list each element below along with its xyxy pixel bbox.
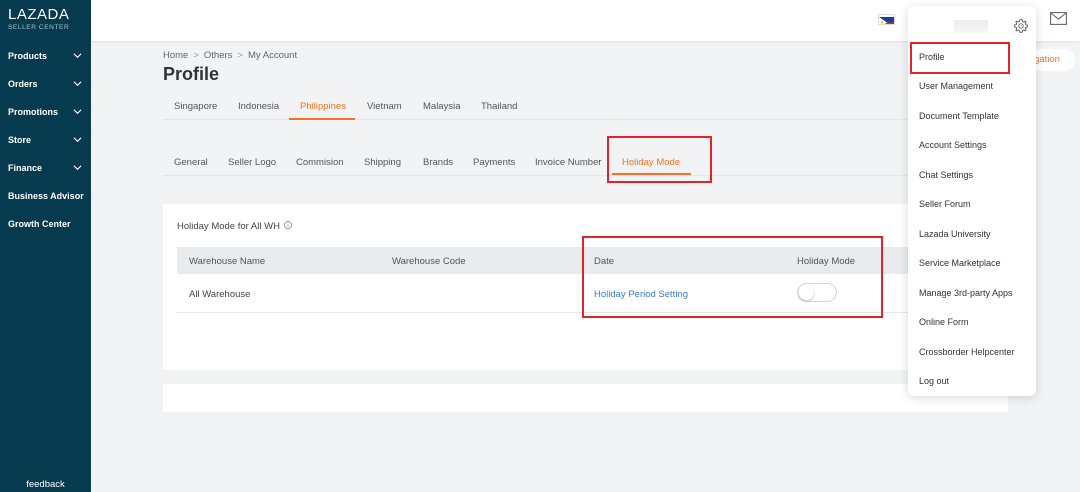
chevron-down-icon (73, 81, 82, 87)
sidebar: LAZADA SELLER CENTER Products Orders Pro… (0, 0, 91, 492)
mail-icon[interactable] (1050, 12, 1067, 25)
toggle-knob (799, 285, 814, 300)
holiday-mode-card: Holiday Mode for All WH Warehouse Name W… (163, 204, 1008, 370)
breadcrumb-home[interactable]: Home (163, 50, 188, 61)
column-holiday-mode: Holiday Mode (797, 256, 856, 267)
sidebar-item-finance[interactable]: Finance (0, 154, 91, 182)
tab-invoice-number[interactable]: Invoice Number (535, 157, 602, 168)
tab-seller-logo[interactable]: Seller Logo (228, 157, 276, 168)
active-tab-indicator (612, 173, 691, 175)
sidebar-item-label: Orders (8, 79, 38, 89)
tab-indonesia[interactable]: Indonesia (238, 101, 279, 112)
holiday-mode-title-text: Holiday Mode for All WH (177, 221, 280, 232)
sidebar-item-growth-center[interactable]: Growth Center (0, 210, 91, 238)
breadcrumb: Home > Others > My Account (163, 50, 298, 61)
menu-item-document-template[interactable]: Document Template (919, 111, 999, 121)
tab-brands[interactable]: Brands (423, 157, 453, 168)
chevron-down-icon (73, 165, 82, 171)
column-date: Date (594, 256, 615, 267)
lazada-logo[interactable]: LAZADA SELLER CENTER (0, 0, 91, 44)
tab-malaysia[interactable]: Malaysia (423, 101, 461, 112)
tab-vietnam[interactable]: Vietnam (367, 101, 402, 112)
flag-graphic (879, 17, 894, 24)
breadcrumb-others[interactable]: Others (204, 50, 233, 61)
holiday-period-setting-link[interactable]: Holiday Period Setting (594, 289, 688, 300)
breadcrumb-my-account[interactable]: My Account (248, 50, 297, 61)
logo-text: LAZADA (8, 6, 70, 23)
setting-tabs: General Seller Logo Commision Shipping B… (163, 150, 1008, 176)
logo-subtext: SELLER CENTER (8, 24, 70, 31)
info-icon[interactable] (283, 221, 292, 229)
holiday-mode-title: Holiday Mode for All WH (177, 221, 292, 232)
dropdown-header (908, 6, 1036, 42)
chevron-down-icon (73, 109, 82, 115)
philippines-flag-icon[interactable] (878, 14, 895, 25)
page-title: Profile (163, 64, 220, 84)
sidebar-item-products[interactable]: Products (0, 42, 91, 70)
column-warehouse-code: Warehouse Code (392, 256, 466, 267)
tab-commision[interactable]: Commision (296, 157, 344, 168)
menu-item-account-settings[interactable]: Account Settings (919, 140, 987, 150)
country-tabs: Singapore Indonesia Philippines Vietnam … (163, 94, 1008, 120)
sidebar-item-label: Business Advisor (8, 191, 84, 201)
sidebar-item-label: Finance (8, 163, 43, 173)
tab-philippines[interactable]: Philippines (300, 101, 346, 112)
chevron-down-icon (73, 53, 82, 59)
gear-icon[interactable] (1013, 18, 1029, 34)
table-header: Warehouse Name Warehouse Code Date Holid… (177, 247, 1008, 274)
menu-item-lazada-university[interactable]: Lazada University (919, 229, 991, 239)
menu-item-online-form[interactable]: Online Form (919, 317, 969, 327)
menu-item-crossborder-helpcenter[interactable]: Crossborder Helpcenter (919, 347, 1015, 357)
secondary-card (163, 384, 1008, 412)
chevron-down-icon (73, 137, 82, 143)
tab-shipping[interactable]: Shipping (364, 157, 401, 168)
menu-item-chat-settings[interactable]: Chat Settings (919, 170, 973, 180)
table-row: All Warehouse Holiday Period Setting (177, 274, 1008, 313)
sidebar-item-orders[interactable]: Orders (0, 70, 91, 98)
feedback-link[interactable]: feedback (0, 479, 91, 490)
menu-item-profile[interactable]: Profile (919, 52, 945, 62)
sidebar-item-promotions[interactable]: Promotions (0, 98, 91, 126)
sidebar-item-label: Store (8, 135, 32, 145)
tab-singapore[interactable]: Singapore (174, 101, 217, 112)
menu-item-manage-3rd-party-apps[interactable]: Manage 3rd-party Apps (919, 288, 1013, 298)
holiday-mode-toggle[interactable] (797, 283, 837, 302)
sidebar-item-business-advisor[interactable]: Business Advisor (0, 182, 91, 210)
sidebar-item-label: Growth Center (8, 219, 71, 229)
menu-item-service-marketplace[interactable]: Service Marketplace (919, 258, 1001, 268)
tab-payments[interactable]: Payments (473, 157, 515, 168)
warehouse-name-cell: All Warehouse (189, 289, 251, 300)
account-dropdown: Profile User Management Document Templat… (908, 6, 1036, 396)
sidebar-item-label: Products (8, 51, 48, 61)
tab-holiday-mode[interactable]: Holiday Mode (622, 157, 680, 168)
avatar (954, 20, 988, 33)
menu-item-seller-forum[interactable]: Seller Forum (919, 199, 971, 209)
tab-general[interactable]: General (174, 157, 208, 168)
active-tab-indicator (289, 118, 355, 120)
menu-item-log-out[interactable]: Log out (919, 376, 949, 386)
sidebar-item-store[interactable]: Store (0, 126, 91, 154)
sidebar-item-label: Promotions (8, 107, 59, 117)
menu-item-user-management[interactable]: User Management (919, 81, 993, 91)
tab-thailand[interactable]: Thailand (481, 101, 517, 112)
column-warehouse-name: Warehouse Name (189, 256, 266, 267)
